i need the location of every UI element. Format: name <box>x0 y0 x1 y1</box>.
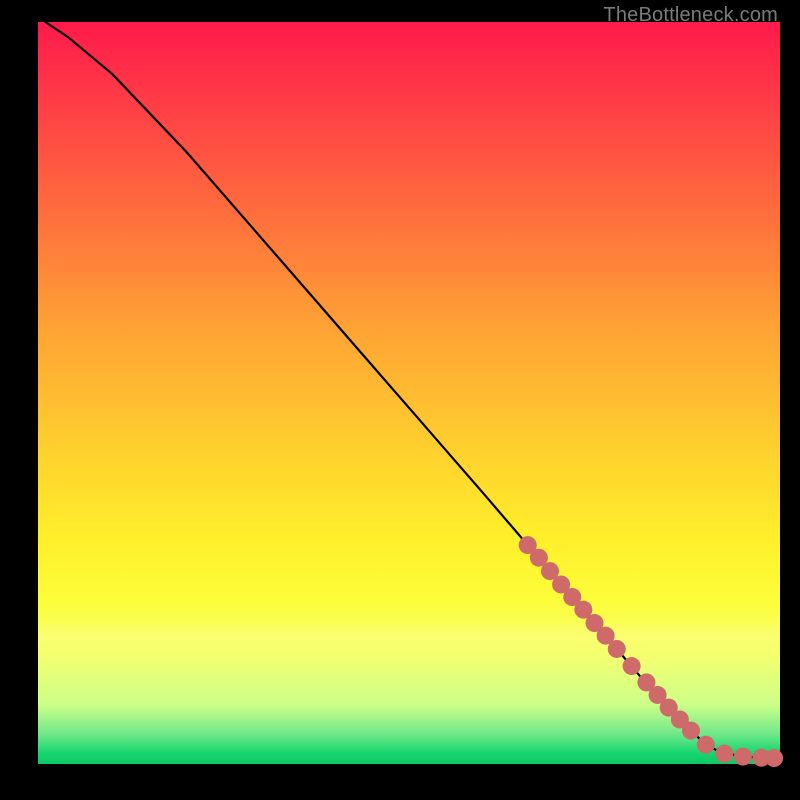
highlight-dot <box>765 749 783 767</box>
highlight-dot <box>608 640 626 658</box>
highlight-dot <box>697 736 715 754</box>
chart-svg <box>38 22 780 764</box>
chart-stage: TheBottleneck.com <box>0 0 800 800</box>
highlight-dot <box>682 722 700 740</box>
highlight-dot <box>715 745 733 763</box>
plot-area <box>38 22 780 764</box>
curve-line <box>45 22 776 758</box>
highlight-dot <box>623 657 641 675</box>
highlight-dot <box>734 748 752 766</box>
highlight-dots-group <box>519 536 783 767</box>
